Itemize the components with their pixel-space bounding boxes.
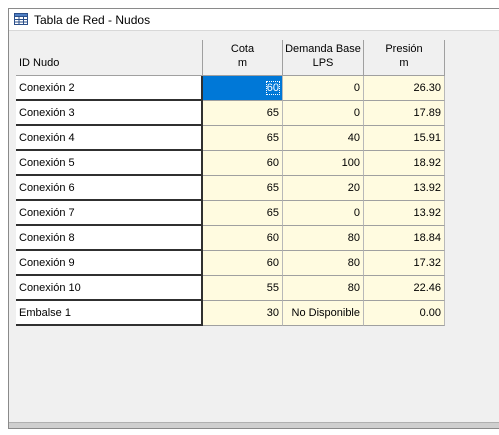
presion-cell-value: 15.91 <box>413 132 441 144</box>
presion-cell-value: 0.00 <box>419 307 441 319</box>
node-id-cell[interactable]: Conexión 9 <box>16 251 203 276</box>
presion-cell-value: 17.89 <box>413 107 441 119</box>
horizontal-scrollbar[interactable] <box>9 422 499 428</box>
column-header-cota[interactable]: Cota m <box>203 40 283 76</box>
cota-cell-value: 60 <box>266 157 279 169</box>
presion-cell[interactable]: 13.92 <box>364 201 445 226</box>
presion-cell-value: 18.92 <box>413 157 441 169</box>
demanda-cell[interactable]: 0 <box>283 101 364 126</box>
cota-cell[interactable]: 55 <box>203 276 283 301</box>
presion-cell-value: 13.92 <box>413 207 441 219</box>
demanda-cell-value: 40 <box>347 132 360 144</box>
cota-cell-value: 65 <box>266 182 279 194</box>
demanda-cell[interactable]: 0 <box>283 76 364 101</box>
presion-cell[interactable]: 0.00 <box>364 301 445 326</box>
node-id-cell[interactable]: Conexión 3 <box>16 101 203 126</box>
window-title: Tabla de Red - Nudos <box>34 13 151 27</box>
node-id-cell-value: Conexión 8 <box>19 232 75 244</box>
demanda-cell[interactable]: 80 <box>283 226 364 251</box>
node-id-cell-value: Conexión 5 <box>19 157 75 169</box>
node-id-cell-value: Conexión 4 <box>19 132 75 144</box>
presion-cell[interactable]: 17.32 <box>364 251 445 276</box>
demanda-cell[interactable]: 80 <box>283 251 364 276</box>
presion-cell[interactable]: 18.84 <box>364 226 445 251</box>
demanda-cell[interactable]: No Disponible <box>283 301 364 326</box>
presion-cell[interactable]: 18.92 <box>364 151 445 176</box>
presion-cell[interactable]: 15.91 <box>364 126 445 151</box>
demanda-cell-value: 80 <box>347 257 360 269</box>
table-grid-icon <box>14 13 28 25</box>
cota-cell[interactable]: 30 <box>203 301 283 326</box>
column-header-presion-label: Presión <box>385 43 423 55</box>
demanda-cell-value: 20 <box>347 182 360 194</box>
presion-cell-value: 13.92 <box>413 182 441 194</box>
cota-cell[interactable]: 65 <box>203 201 283 226</box>
node-id-cell[interactable]: Conexión 10 <box>16 276 203 301</box>
node-id-cell[interactable]: Conexión 8 <box>16 226 203 251</box>
demanda-cell-value: No Disponible <box>291 307 360 319</box>
node-id-cell[interactable]: Conexión 2 <box>16 76 203 101</box>
cota-cell-value: 60 <box>265 81 281 95</box>
node-id-cell[interactable]: Conexión 5 <box>16 151 203 176</box>
demanda-cell[interactable]: 0 <box>283 201 364 226</box>
demanda-cell-value: 80 <box>347 232 360 244</box>
presion-cell-value: 18.84 <box>413 232 441 244</box>
node-id-cell[interactable]: Conexión 7 <box>16 201 203 226</box>
node-id-cell-value: Conexión 10 <box>19 282 81 294</box>
column-header-presion[interactable]: Presión m <box>364 40 445 76</box>
cota-cell[interactable]: 65 <box>203 176 283 201</box>
demanda-cell[interactable]: 40 <box>283 126 364 151</box>
node-id-cell[interactable]: Conexión 4 <box>16 126 203 151</box>
node-id-cell-value: Conexión 9 <box>19 257 75 269</box>
presion-cell[interactable]: 17.89 <box>364 101 445 126</box>
demanda-cell-value: 0 <box>353 107 360 119</box>
cota-cell[interactable]: 60 <box>203 151 283 176</box>
cota-cell-value: 65 <box>266 132 279 144</box>
cota-cell-value: 30 <box>266 307 279 319</box>
demanda-cell-value: 0 <box>353 82 360 94</box>
presion-cell[interactable]: 13.92 <box>364 176 445 201</box>
presion-cell[interactable]: 22.46 <box>364 276 445 301</box>
node-id-cell[interactable]: Conexión 6 <box>16 176 203 201</box>
cota-cell-value: 60 <box>266 232 279 244</box>
demanda-cell[interactable]: 20 <box>283 176 364 201</box>
cota-cell-value: 60 <box>266 257 279 269</box>
cota-cell-value: 65 <box>266 107 279 119</box>
cota-cell[interactable]: 60 <box>203 226 283 251</box>
node-id-cell-value: Conexión 7 <box>19 207 75 219</box>
node-id-cell-value: Embalse 1 <box>19 307 71 319</box>
cota-cell-value: 65 <box>266 207 279 219</box>
demanda-cell[interactable]: 80 <box>283 276 364 301</box>
node-id-cell-value: Conexión 2 <box>19 82 75 94</box>
node-table-window: Tabla de Red - Nudos ID Nudo Cota m Dema… <box>8 8 499 429</box>
column-header-id-label: ID Nudo <box>19 57 60 69</box>
column-header-id[interactable]: ID Nudo <box>16 40 203 76</box>
column-header-presion-unit: m <box>399 57 409 69</box>
demanda-cell-value: 0 <box>353 207 360 219</box>
demanda-cell[interactable]: 100 <box>283 151 364 176</box>
cota-cell[interactable]: 65 <box>203 126 283 151</box>
presion-cell[interactable]: 26.30 <box>364 76 445 101</box>
demanda-cell-value: 80 <box>347 282 360 294</box>
cota-cell[interactable]: 60 <box>203 76 283 101</box>
column-header-cota-unit: m <box>237 57 248 69</box>
title-bar[interactable]: Tabla de Red - Nudos <box>9 9 499 31</box>
cota-cell[interactable]: 65 <box>203 101 283 126</box>
presion-cell-value: 17.32 <box>413 257 441 269</box>
column-header-demanda-label: Demanda Base <box>285 43 361 55</box>
column-header-demanda-unit: LPS <box>312 57 334 69</box>
node-id-cell[interactable]: Embalse 1 <box>16 301 203 326</box>
node-id-cell-value: Conexión 3 <box>19 107 75 119</box>
demanda-cell-value: 100 <box>341 157 360 169</box>
presion-cell-value: 26.30 <box>413 82 441 94</box>
node-id-cell-value: Conexión 6 <box>19 182 75 194</box>
column-header-demanda[interactable]: Demanda Base LPS <box>283 40 364 76</box>
cota-cell-value: 55 <box>266 282 279 294</box>
cota-cell[interactable]: 60 <box>203 251 283 276</box>
column-header-cota-label: Cota <box>230 43 255 55</box>
presion-cell-value: 22.46 <box>413 282 441 294</box>
